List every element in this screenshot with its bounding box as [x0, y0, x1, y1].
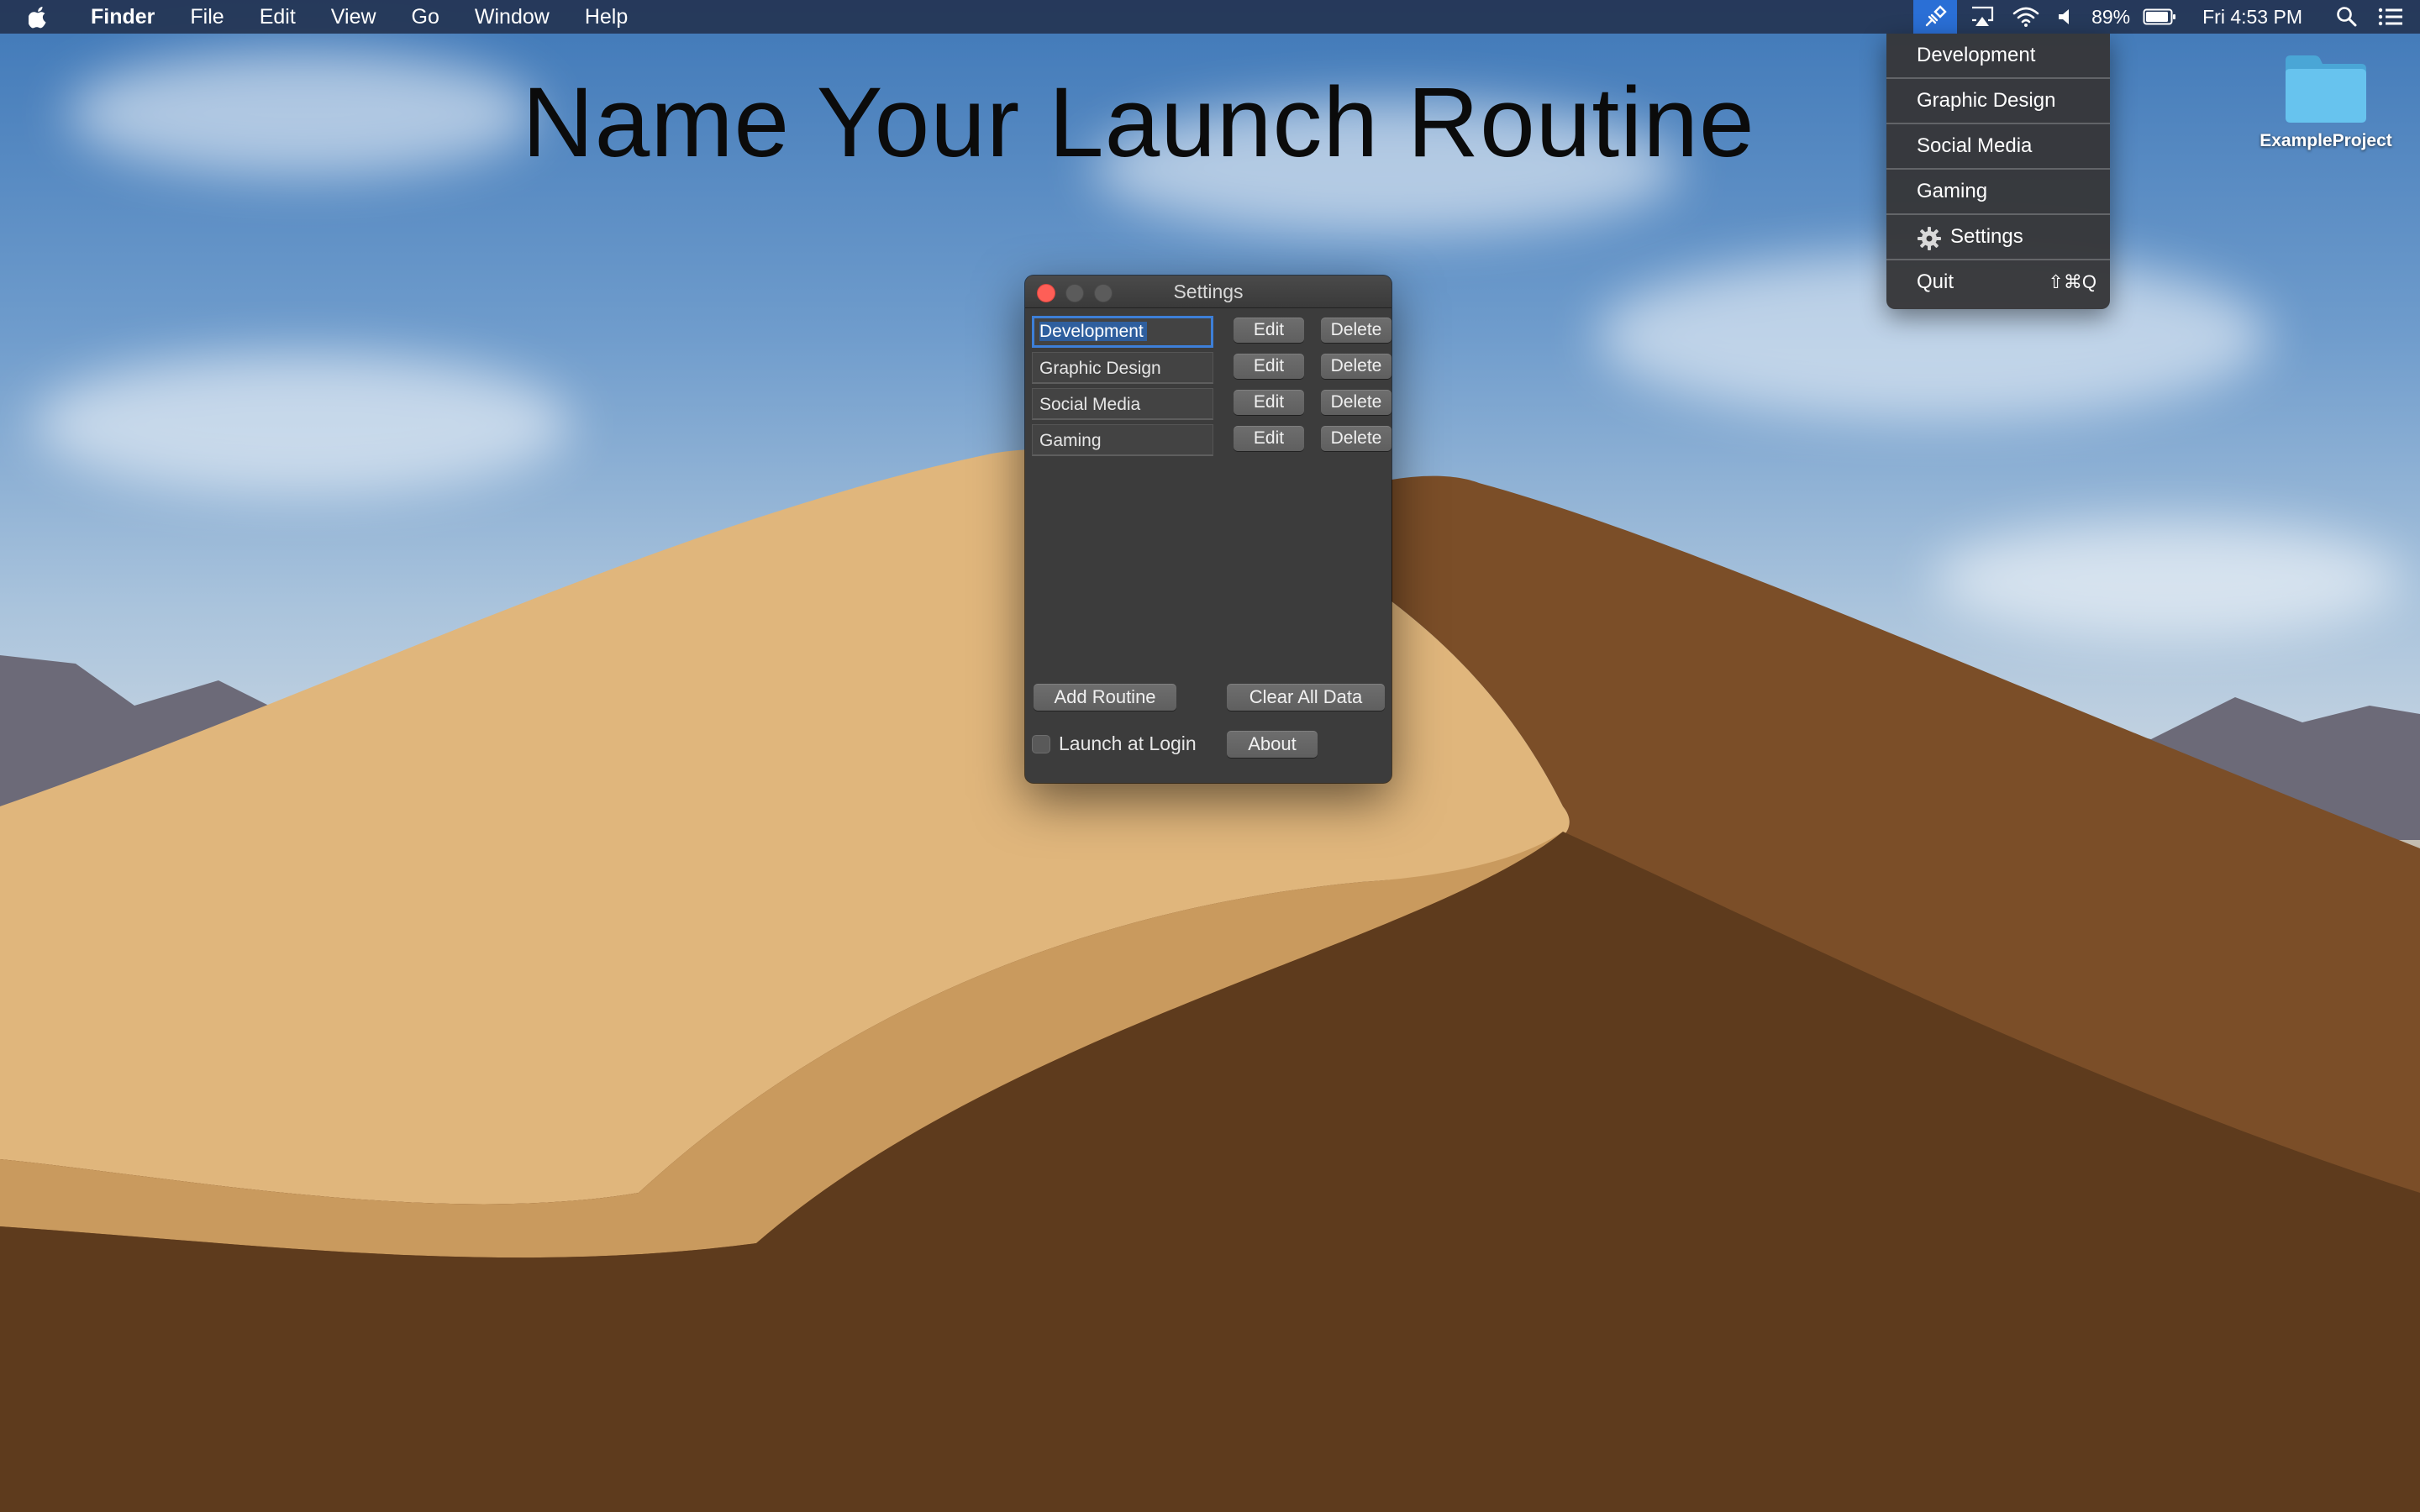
dropdown-quit-label: Quit	[1917, 270, 1954, 293]
routine-name-field[interactable]: Gaming	[1032, 424, 1213, 456]
window-title: Settings	[1173, 281, 1244, 302]
airplay-icon	[1972, 6, 1994, 26]
volume-status-item[interactable]	[2048, 0, 2081, 34]
desktop-folder-label: ExampleProject	[2260, 131, 2392, 150]
dropdown-routine-development[interactable]: Development	[1886, 34, 2110, 79]
desktop: Name Your Launch Routine ExampleProject …	[0, 0, 2420, 1512]
delete-routine-button[interactable]: Delete	[1321, 354, 1392, 379]
edit-routine-button[interactable]: Edit	[1234, 318, 1304, 343]
gear-icon	[1918, 226, 1941, 250]
window-titlebar[interactable]: Settings	[1025, 276, 1392, 308]
clear-all-data-button[interactable]: Clear All Data	[1227, 684, 1385, 711]
dropdown-routine-gaming[interactable]: Gaming	[1886, 170, 2110, 215]
routine-row: Graphic Design Edit Delete	[1032, 352, 1392, 386]
launch-at-login-label: Launch at Login	[1059, 732, 1197, 754]
menu-go[interactable]: Go	[394, 0, 457, 34]
notification-center-icon	[2378, 8, 2402, 26]
delete-routine-button[interactable]: Delete	[1321, 426, 1392, 451]
dropdown-routine-label: Development	[1917, 44, 2036, 66]
routine-row: Development Edit Delete	[1032, 316, 1392, 349]
dropdown-quit-item[interactable]: Quit ⇧⌘Q	[1886, 260, 2110, 304]
battery-percentage[interactable]: 89%	[2081, 0, 2140, 34]
launcher-extension-icon	[1925, 5, 1947, 27]
quit-shortcut: ⇧⌘Q	[2048, 271, 2096, 292]
spotlight-search-icon	[2337, 7, 2357, 27]
launcher-extension-status-item[interactable]	[1913, 0, 1958, 34]
edit-routine-button[interactable]: Edit	[1234, 390, 1304, 415]
settings-window: Settings Development Edit Delete Graphic…	[1025, 276, 1392, 783]
routine-row: Social Media Edit Delete	[1032, 388, 1392, 422]
apple-icon[interactable]	[29, 5, 49, 29]
battery-icon	[2143, 8, 2176, 25]
launch-at-login-toggle[interactable]: Launch at Login	[1032, 732, 1197, 755]
menu-window[interactable]: Window	[457, 0, 567, 34]
routine-name-field[interactable]: Graphic Design	[1032, 352, 1213, 384]
wifi-status-item[interactable]	[2004, 0, 2048, 34]
launch-at-login-checkbox[interactable]	[1032, 734, 1050, 753]
about-button[interactable]: About	[1227, 731, 1318, 758]
dropdown-routine-graphic-design[interactable]: Graphic Design	[1886, 79, 2110, 124]
edit-routine-button[interactable]: Edit	[1234, 354, 1304, 379]
menu-bar: Finder File Edit View Go Window Help 89%…	[0, 0, 2420, 34]
delete-routine-button[interactable]: Delete	[1321, 390, 1392, 415]
delete-routine-button[interactable]: Delete	[1321, 318, 1392, 343]
menubar-clock[interactable]: Fri 4:53 PM	[2192, 0, 2328, 34]
menu-app-name[interactable]: Finder	[76, 0, 172, 34]
routine-row: Gaming Edit Delete	[1032, 424, 1392, 458]
routine-name-text: Development	[1039, 322, 1147, 341]
launcher-dropdown-menu: Development Graphic Design Social Media …	[1886, 34, 2110, 309]
routine-name-field[interactable]: Social Media	[1032, 388, 1213, 420]
menu-edit[interactable]: Edit	[242, 0, 313, 34]
add-routine-button[interactable]: Add Routine	[1034, 684, 1176, 711]
notification-center-status-item[interactable]	[2366, 0, 2415, 34]
menu-file[interactable]: File	[172, 0, 241, 34]
routine-name-field[interactable]: Development	[1032, 316, 1213, 348]
wifi-icon	[2012, 7, 2039, 27]
menu-help[interactable]: Help	[567, 0, 645, 34]
edit-routine-button[interactable]: Edit	[1234, 426, 1304, 451]
battery-status-item[interactable]	[2140, 0, 2179, 34]
dropdown-routine-social-media[interactable]: Social Media	[1886, 124, 2110, 170]
menu-view[interactable]: View	[313, 0, 394, 34]
desktop-folder[interactable]: ExampleProject	[2252, 52, 2400, 151]
airplay-status-item[interactable]	[1960, 0, 2004, 34]
dropdown-routine-label: Gaming	[1917, 180, 1988, 202]
dropdown-settings-item[interactable]: Settings	[1886, 215, 2110, 260]
dropdown-settings-label: Settings	[1950, 225, 2023, 248]
volume-icon	[2059, 9, 2070, 24]
folder-icon	[2286, 55, 2366, 123]
dropdown-routine-label: Social Media	[1917, 134, 2033, 157]
spotlight-status-item[interactable]	[2328, 0, 2366, 34]
dropdown-routine-label: Graphic Design	[1917, 89, 2056, 112]
